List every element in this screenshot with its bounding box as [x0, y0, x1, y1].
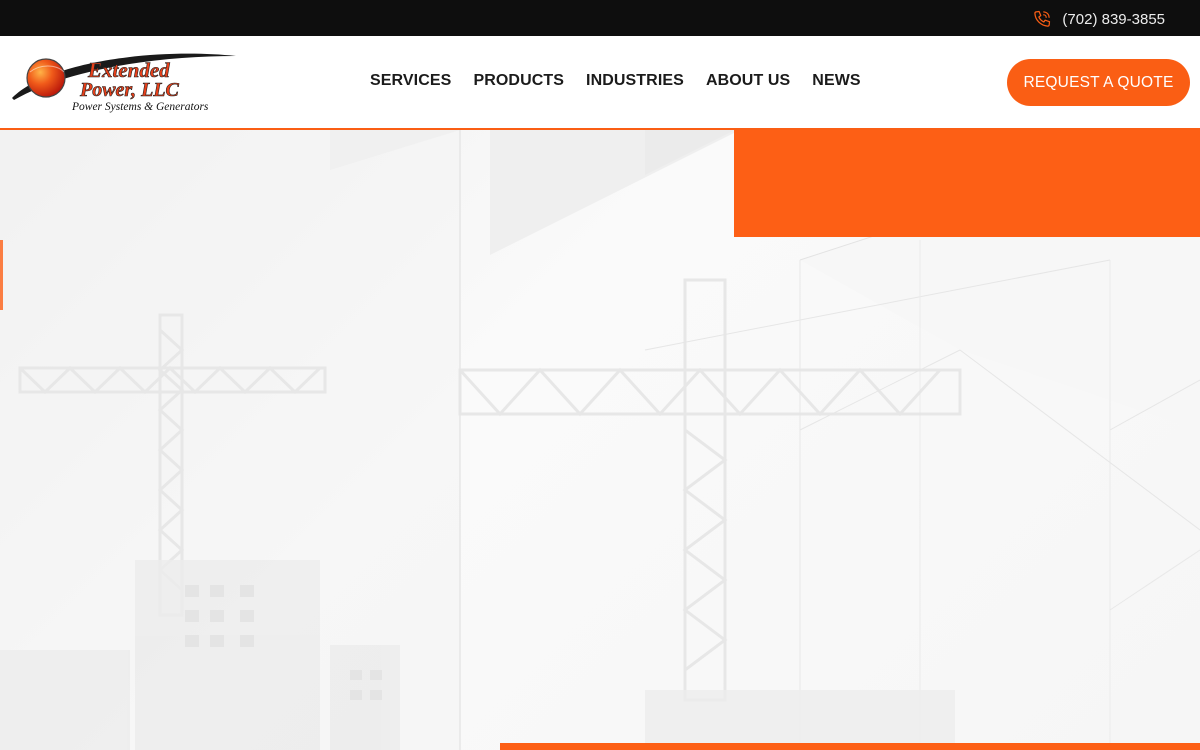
request-quote-button[interactable]: REQUEST A QUOTE: [1007, 59, 1190, 106]
nav-services[interactable]: SERVICES: [370, 72, 451, 90]
hero-section: [0, 130, 1200, 750]
svg-text:Power, LLC: Power, LLC: [79, 79, 180, 101]
main-nav: SERVICES PRODUCTS INDUSTRIES ABOUT US NE…: [370, 72, 861, 90]
nav-news[interactable]: NEWS: [812, 72, 860, 90]
accent-edge: [0, 240, 3, 310]
extended-power-logo-icon: Extended Power, LLC Power Systems & Gene…: [12, 53, 236, 113]
phone-link[interactable]: (702) 839-3855: [1032, 9, 1165, 29]
nav-industries[interactable]: INDUSTRIES: [586, 72, 684, 90]
nav-products[interactable]: PRODUCTS: [473, 72, 564, 90]
svg-text:Power Systems & Generators: Power Systems & Generators: [71, 101, 209, 113]
site-header: Extended Power, LLC Power Systems & Gene…: [0, 36, 1200, 130]
site-logo[interactable]: Extended Power, LLC Power Systems & Gene…: [10, 50, 238, 116]
hero-accent-block: [734, 130, 1200, 237]
nav-about-us[interactable]: ABOUT US: [706, 72, 790, 90]
hero-accent-bar: [500, 743, 1200, 750]
phone-icon: [1034, 10, 1051, 27]
phone-number: (702) 839-3855: [1062, 10, 1165, 28]
top-bar: (702) 839-3855: [0, 0, 1200, 36]
